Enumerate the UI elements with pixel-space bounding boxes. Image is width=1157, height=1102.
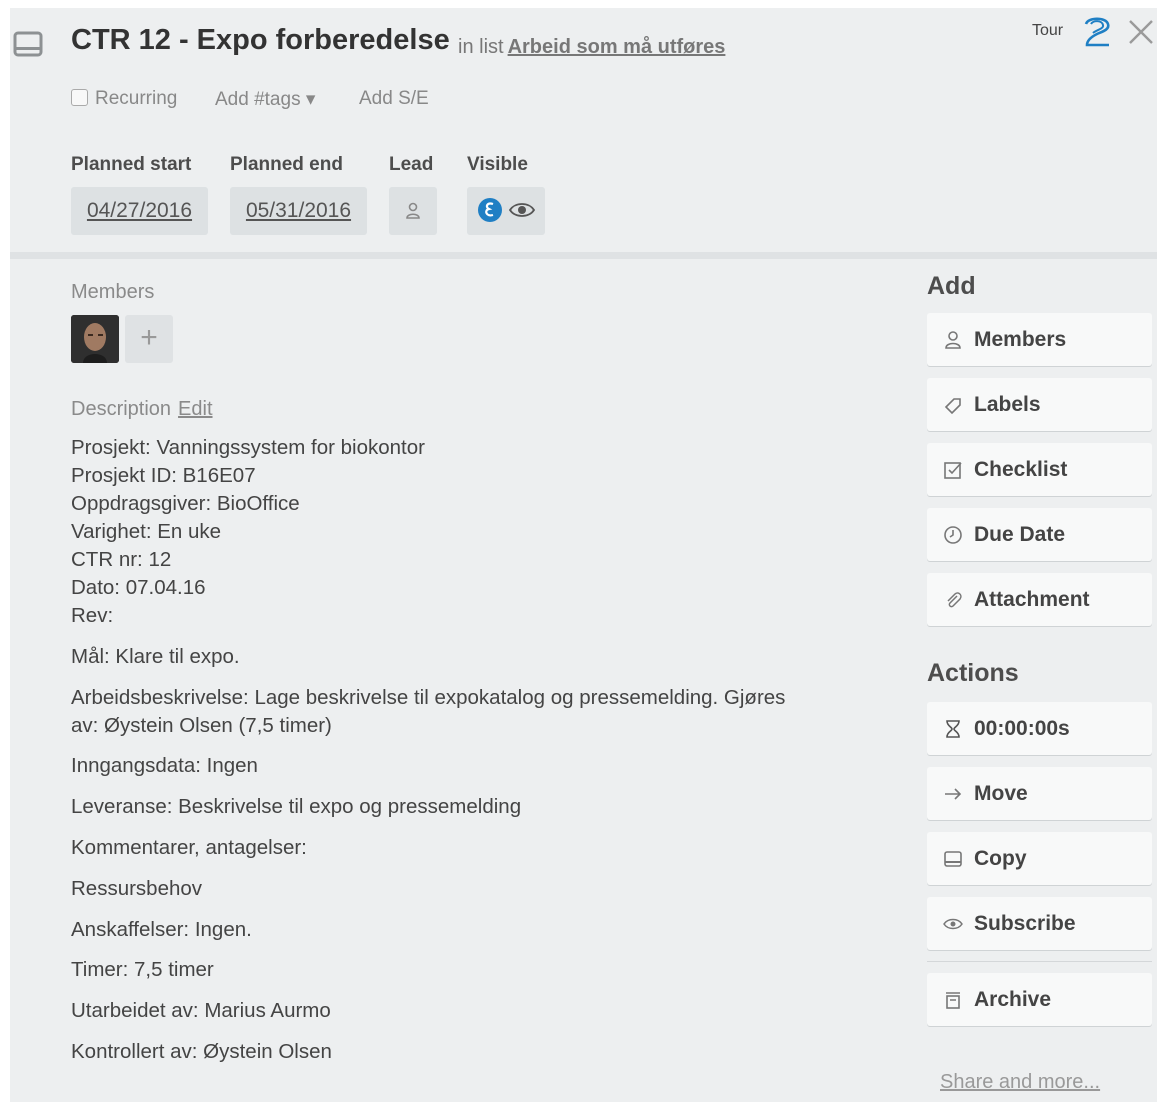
label-icon bbox=[944, 398, 961, 415]
planned-end-date[interactable]: 05/31/2016 bbox=[230, 187, 367, 235]
timer-button[interactable]: 00:00:00s bbox=[927, 702, 1152, 755]
subscribe-button[interactable]: Subscribe bbox=[927, 897, 1152, 950]
person-icon bbox=[406, 202, 420, 219]
subscribe-label: Subscribe bbox=[974, 912, 1076, 935]
description-line: Prosjekt ID: B16E07 bbox=[71, 464, 256, 487]
description-line: av: Øystein Olsen (7,5 timer) bbox=[71, 714, 332, 737]
description-procurement: Anskaffelser: Ingen. bbox=[71, 918, 252, 941]
avatar[interactable] bbox=[71, 315, 119, 363]
close-icon[interactable] bbox=[1127, 18, 1155, 46]
org-visibility-icon bbox=[478, 198, 503, 222]
add-checklist-button[interactable]: Checklist bbox=[927, 443, 1152, 496]
description-checked-by: Kontrollert av: Øystein Olsen bbox=[71, 1040, 332, 1063]
members-label: Members bbox=[71, 281, 155, 303]
description-delivery: Leveranse: Beskrivelse til expo og press… bbox=[71, 795, 522, 818]
add-section-title: Add bbox=[927, 272, 976, 300]
description-block-1: Prosjekt: Vanningssystem for biokontor P… bbox=[71, 434, 891, 630]
description-line: Prosjekt: Vanningssystem for biokontor bbox=[71, 436, 425, 459]
description-line: CTR nr: 12 bbox=[71, 548, 172, 571]
planned-end-label: Planned end bbox=[230, 154, 343, 175]
description-header: Description Edit bbox=[71, 398, 213, 421]
clock-icon bbox=[944, 526, 962, 544]
lead-label: Lead bbox=[389, 154, 434, 175]
planned-start-label: Planned start bbox=[71, 154, 192, 175]
person-icon bbox=[945, 331, 961, 349]
description-hours: Timer: 7,5 timer bbox=[71, 958, 214, 981]
archive-label: Archive bbox=[974, 988, 1052, 1011]
arrow-right-icon bbox=[945, 788, 962, 800]
add-attachment-button[interactable]: Attachment bbox=[927, 573, 1152, 626]
description-comments: Kommentarer, antagelser: bbox=[71, 836, 307, 859]
add-se-link[interactable]: Add S/E bbox=[359, 88, 429, 110]
add-members-label: Members bbox=[974, 328, 1067, 351]
visible-label: Visible bbox=[467, 154, 528, 175]
add-labels-button[interactable]: Labels bbox=[927, 378, 1152, 431]
hourglass-icon bbox=[946, 720, 960, 738]
actions-section-title: Actions bbox=[927, 659, 1019, 687]
description-prepared-by: Utarbeidet av: Marius Aurmo bbox=[71, 999, 331, 1022]
add-members-button[interactable]: Members bbox=[927, 313, 1152, 366]
tour-link[interactable]: Tour bbox=[1032, 22, 1063, 40]
description-line: Dato: 07.04.16 bbox=[71, 576, 206, 599]
eye-icon bbox=[943, 918, 963, 930]
card-header: CTR 12 - Expo forberedelse in list Arbeid… bbox=[10, 8, 1157, 252]
copy-button[interactable]: Copy bbox=[927, 832, 1152, 885]
header-divider bbox=[10, 252, 1157, 259]
checklist-icon bbox=[944, 462, 962, 479]
card-icon bbox=[944, 851, 962, 867]
description-line: Varighet: En uke bbox=[71, 520, 222, 543]
description-work: Arbeidsbeskrivelse: Lage beskrivelse til… bbox=[71, 684, 891, 740]
add-tags-dropdown[interactable]: Add #tags ▾ bbox=[215, 88, 315, 111]
recurring-label: Recurring bbox=[95, 88, 178, 109]
description-line: Oppdragsgiver: BioOffice bbox=[71, 492, 300, 515]
description-resources: Ressursbehov bbox=[71, 877, 203, 900]
tour-icon[interactable] bbox=[1079, 16, 1115, 50]
recurring-option[interactable]: Recurring bbox=[71, 88, 177, 110]
lead-selector[interactable] bbox=[389, 187, 437, 235]
description-line: Arbeidsbeskrivelse: Lage beskrivelse til… bbox=[71, 686, 786, 709]
add-due-date-label: Due Date bbox=[974, 523, 1066, 546]
card-detail-window: CTR 12 - Expo forberedelse in list Arbeid… bbox=[10, 8, 1157, 1102]
recurring-checkbox[interactable] bbox=[71, 89, 88, 106]
copy-label: Copy bbox=[974, 847, 1027, 870]
add-labels-label: Labels bbox=[974, 393, 1041, 416]
card-title[interactable]: CTR 12 - Expo forberedelse bbox=[71, 24, 450, 57]
eye-icon bbox=[508, 203, 535, 217]
description-line: Rev: bbox=[71, 604, 114, 627]
description-input: Inngangsdata: Ingen bbox=[71, 754, 258, 777]
add-attachment-label: Attachment bbox=[974, 588, 1090, 611]
sidebar-divider bbox=[927, 961, 1152, 962]
share-and-more-link[interactable]: Share and more... bbox=[940, 1071, 1100, 1094]
add-checklist-label: Checklist bbox=[974, 458, 1068, 481]
timer-value: 00:00:00s bbox=[974, 717, 1070, 740]
paperclip-icon bbox=[947, 592, 962, 608]
visibility-selector[interactable] bbox=[467, 187, 545, 235]
archive-button[interactable]: Archive bbox=[927, 973, 1152, 1026]
card-icon bbox=[13, 31, 43, 57]
description-label: Description bbox=[71, 398, 172, 420]
in-list-prefix: in list bbox=[458, 36, 504, 58]
archive-icon bbox=[946, 992, 960, 1009]
edit-description-link[interactable]: Edit bbox=[178, 398, 212, 420]
move-label: Move bbox=[974, 782, 1028, 805]
in-list-text: in list Arbeid som må utføres bbox=[458, 36, 725, 59]
add-due-date-button[interactable]: Due Date bbox=[927, 508, 1152, 561]
move-button[interactable]: Move bbox=[927, 767, 1152, 820]
avatar-image bbox=[71, 315, 119, 363]
list-link[interactable]: Arbeid som må utføres bbox=[508, 36, 726, 58]
planned-start-date[interactable]: 04/27/2016 bbox=[71, 187, 208, 235]
add-member-button[interactable]: + bbox=[125, 315, 173, 363]
description-goal: Mål: Klare til expo. bbox=[71, 645, 240, 668]
